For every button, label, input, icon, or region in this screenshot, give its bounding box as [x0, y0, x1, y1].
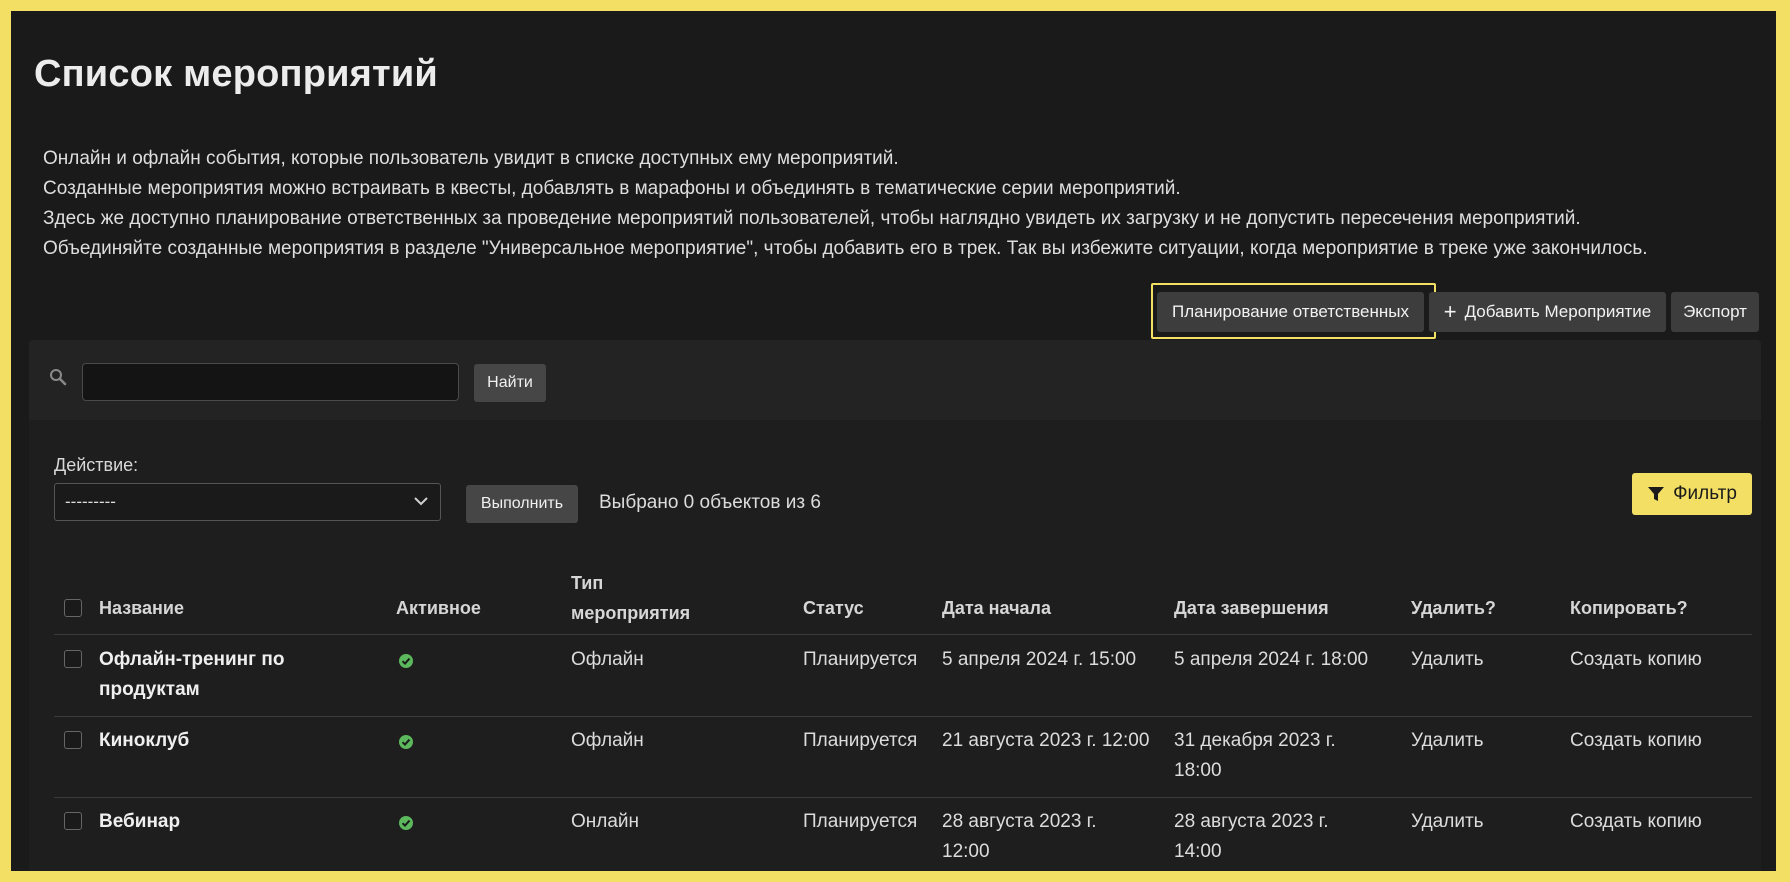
export-button[interactable]: Экспорт: [1671, 292, 1759, 332]
export-label: Экспорт: [1683, 302, 1747, 321]
event-name-line: продуктам: [99, 679, 200, 700]
page-description: Онлайн и офлайн события, которые пользов…: [43, 144, 1648, 264]
column-header-status[interactable]: Статус: [803, 598, 864, 619]
column-header-end[interactable]: Дата завершения: [1174, 598, 1329, 619]
column-header-name[interactable]: Название: [99, 598, 184, 619]
event-end-date: 28 августа 2023 г. 14:00: [1174, 807, 1329, 867]
plus-icon: +: [1443, 299, 1457, 324]
event-start-date: 28 августа 2023 г. 12:00: [942, 807, 1097, 867]
description-line: Объединяйте созданные мероприятия в разд…: [43, 238, 1648, 259]
event-name-link[interactable]: Киноклуб: [99, 726, 189, 756]
event-type: Офлайн: [571, 649, 644, 670]
event-name-link[interactable]: Вебинар: [99, 807, 180, 837]
event-type: Офлайн: [571, 730, 644, 751]
planning-button-label: Планирование ответственных: [1171, 302, 1409, 321]
select-all-checkbox[interactable]: [64, 599, 82, 617]
date-line: 31 декабря 2023 г.: [1174, 730, 1336, 751]
event-name-link[interactable]: Офлайн-тренинг по продуктам: [99, 645, 284, 705]
search-bar: Найти: [29, 340, 1761, 420]
date-line: 21 августа 2023 г. 12:00: [942, 730, 1150, 751]
results-panel: Найти Действие: --------- Выполнить Выбр…: [29, 340, 1761, 871]
active-check-icon: [399, 735, 413, 749]
date-line: 14:00: [1174, 841, 1222, 862]
selected-count: Выбрано 0 объектов из 6: [599, 492, 821, 513]
event-name-line: Офлайн-тренинг по: [99, 649, 285, 670]
event-type: Онлайн: [571, 811, 640, 832]
column-header-copy[interactable]: Копировать?: [1570, 598, 1688, 619]
description-line: Созданные мероприятия можно встраивать в…: [43, 178, 1181, 199]
date-line: 28 августа 2023 г.: [942, 811, 1097, 832]
action-select[interactable]: ---------: [54, 483, 441, 521]
event-end-date: 31 декабря 2023 г. 18:00: [1174, 726, 1336, 786]
filter-button-label: Фильтр: [1673, 483, 1737, 504]
column-header-type[interactable]: Тип мероприятия: [571, 568, 690, 628]
table-divider: [54, 716, 1752, 717]
search-icon: [50, 369, 67, 386]
action-label: Действие:: [54, 455, 139, 475]
execute-button-label: Выполнить: [480, 495, 564, 512]
delete-link[interactable]: Удалить: [1411, 726, 1484, 756]
action-select-value: ---------: [65, 492, 116, 511]
copy-link[interactable]: Создать копию: [1570, 807, 1702, 837]
add-event-label: Добавить Мероприятие: [1464, 302, 1652, 321]
date-line: 28 августа 2023 г.: [1174, 811, 1329, 832]
copy-link[interactable]: Создать копию: [1570, 645, 1702, 675]
column-header-type-line: мероприятия: [571, 603, 691, 623]
row-checkbox[interactable]: [64, 812, 82, 830]
app-frame: Список мероприятий Онлайн и офлайн событ…: [11, 11, 1776, 871]
row-checkbox[interactable]: [64, 650, 82, 668]
event-status: Планируется: [803, 811, 918, 832]
date-line: 18:00: [1174, 760, 1222, 781]
filter-icon: [1648, 487, 1665, 501]
column-header-active[interactable]: Активное: [396, 598, 481, 619]
event-status: Планируется: [803, 730, 918, 751]
event-start-date: 21 августа 2023 г. 12:00: [942, 726, 1149, 756]
execute-button[interactable]: Выполнить: [466, 485, 578, 523]
table-divider: [54, 797, 1752, 798]
column-header-type-line: Тип: [571, 573, 604, 593]
event-end-date: 5 апреля 2024 г. 18:00: [1174, 645, 1368, 675]
chevron-down-icon: [414, 497, 428, 506]
planning-button[interactable]: Планирование ответственных: [1157, 292, 1424, 332]
date-line: 12:00: [942, 841, 990, 862]
delete-link[interactable]: Удалить: [1411, 645, 1484, 675]
column-header-start[interactable]: Дата начала: [942, 598, 1051, 619]
description-line: Онлайн и офлайн события, которые пользов…: [43, 148, 899, 169]
active-check-icon: [399, 654, 413, 668]
event-status: Планируется: [803, 649, 918, 670]
search-button-label: Найти: [487, 374, 533, 391]
table-divider: [54, 634, 1752, 635]
row-checkbox[interactable]: [64, 731, 82, 749]
active-check-icon: [399, 816, 413, 830]
column-header-delete[interactable]: Удалить?: [1411, 598, 1496, 619]
date-line: 5 апреля 2024 г. 18:00: [1174, 649, 1369, 670]
search-button[interactable]: Найти: [474, 364, 546, 402]
filter-button[interactable]: Фильтр: [1632, 473, 1752, 515]
page-title: Список мероприятий: [34, 53, 438, 95]
date-line: 5 апреля 2024 г. 15:00: [942, 649, 1137, 670]
delete-link[interactable]: Удалить: [1411, 807, 1484, 837]
search-input[interactable]: [82, 363, 459, 401]
event-name-line: Киноклуб: [99, 730, 190, 751]
event-start-date: 5 апреля 2024 г. 15:00: [942, 645, 1136, 675]
add-event-button[interactable]: + Добавить Мероприятие: [1429, 292, 1666, 332]
description-line: Здесь же доступно планирование ответстве…: [43, 208, 1581, 229]
copy-link[interactable]: Создать копию: [1570, 726, 1702, 756]
event-name-line: Вебинар: [99, 811, 181, 832]
